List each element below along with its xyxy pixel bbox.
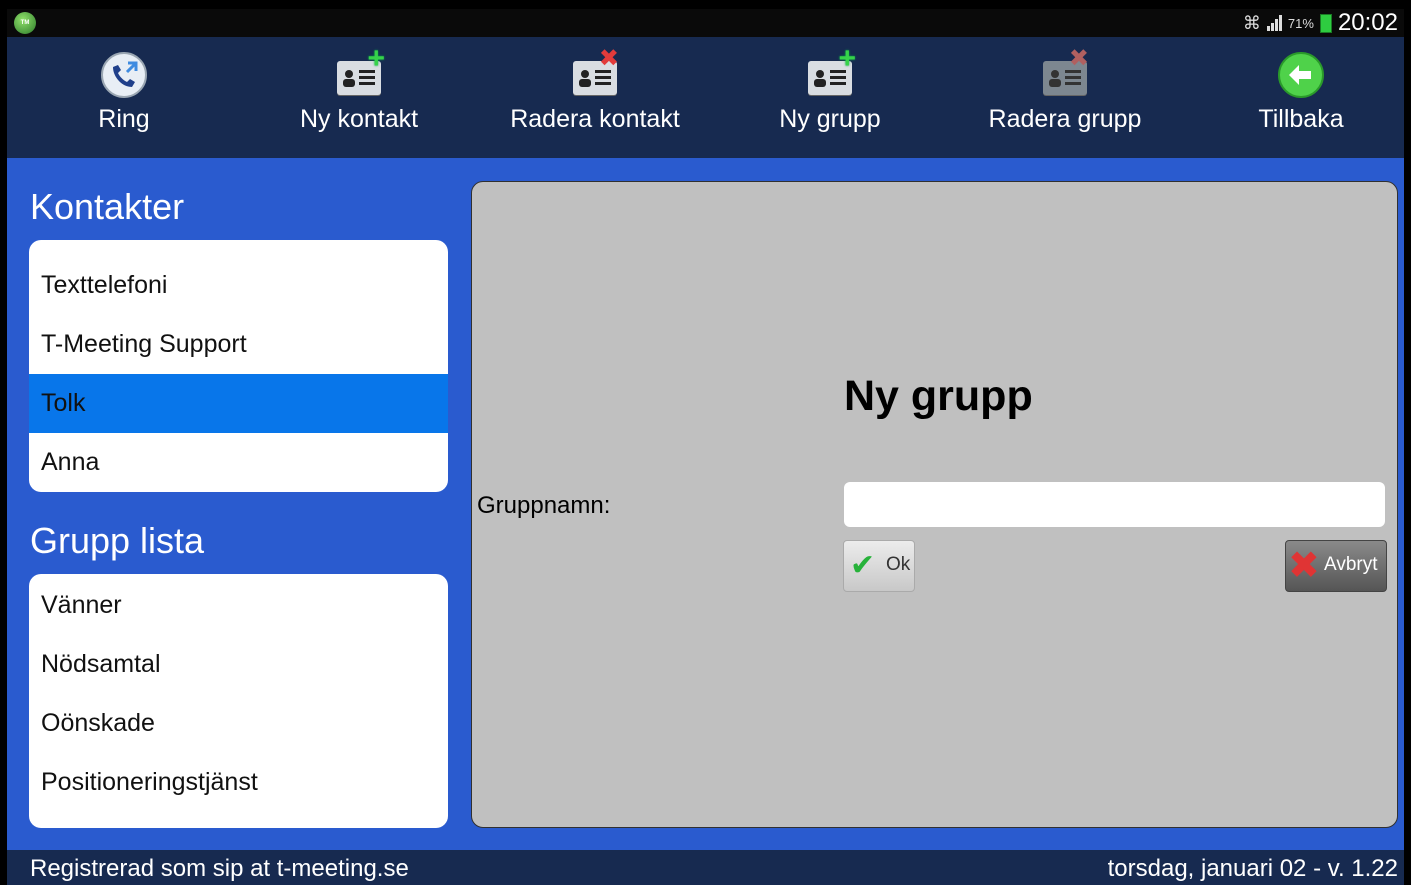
dialog-title: Ny grupp (844, 372, 1033, 420)
groups-list: Vänner Nödsamtal Oönskade Positionerings… (29, 574, 448, 828)
back-arrow-icon (1278, 52, 1324, 98)
delete-group-button[interactable]: ✖ Radera grupp (965, 37, 1165, 158)
footer-bar: Registrerad som sip at t-meeting.se tors… (7, 850, 1404, 885)
registration-status: Registrerad som sip at t-meeting.se (30, 855, 409, 882)
cancel-label: Avbryt (1324, 554, 1378, 575)
wifi-icon: ⌘ (1242, 12, 1261, 33)
main-area: Kontakter Texttelefoni T-Meeting Support… (7, 158, 1404, 850)
contact-item-anna[interactable]: Anna (29, 433, 448, 492)
date-version: torsdag, januari 02 - v. 1.22 (1107, 855, 1398, 882)
signal-icon (1266, 15, 1282, 31)
ring-button[interactable]: Ring (24, 37, 224, 158)
groups-title: Grupp lista (30, 520, 205, 561)
battery-icon (1319, 13, 1332, 33)
contact-item-texttelefoni[interactable]: Texttelefoni (29, 256, 448, 315)
group-item-nodsamtal[interactable]: Nödsamtal (29, 635, 448, 694)
add-group-icon: + (806, 44, 856, 99)
app-badge-icon: TM (14, 12, 36, 34)
new-contact-label: Ny kontakt (299, 105, 419, 133)
new-group-label: Ny grupp (779, 105, 881, 133)
action-toolbar: Ring + Ny kontakt ✖ Radera kontakt + Ny … (7, 37, 1404, 158)
contact-item-tolk[interactable]: Tolk (29, 374, 448, 433)
delete-group-label: Radera grupp (988, 105, 1142, 133)
check-icon: ✔ (850, 549, 876, 582)
cancel-button[interactable]: ✖ Avbryt (1285, 540, 1387, 592)
group-item-positioneringstjanst[interactable]: Positioneringstjänst (29, 753, 448, 812)
group-item-vanner[interactable]: Vänner (29, 576, 448, 635)
status-bar: TM ⌘ 71% 20:02 (7, 9, 1404, 37)
back-label: Tillbaka (1258, 105, 1344, 133)
contacts-list: Texttelefoni T-Meeting Support Tolk Anna (29, 240, 448, 492)
new-group-panel: Ny grupp Gruppnamn: ✔ Ok ✖ Avbryt (471, 181, 1398, 828)
ok-button[interactable]: ✔ Ok (843, 540, 915, 592)
contacts-title: Kontakter (30, 186, 185, 227)
delete-contact-icon: ✖ (571, 47, 619, 99)
new-group-button[interactable]: + Ny grupp (730, 37, 930, 158)
ok-label: Ok (886, 554, 911, 575)
group-item-oonskade[interactable]: Oönskade (29, 694, 448, 753)
delete-contact-label: Radera kontakt (510, 105, 680, 133)
battery-percent: 71% (1287, 15, 1314, 31)
delete-contact-button[interactable]: ✖ Radera kontakt (495, 37, 695, 158)
ring-label: Ring (98, 105, 150, 133)
back-button[interactable]: Tillbaka (1201, 37, 1401, 158)
new-contact-button[interactable]: + Ny kontakt (259, 37, 459, 158)
delete-group-icon: ✖ (1041, 47, 1089, 99)
add-contact-icon: + (335, 44, 385, 99)
group-name-label: Gruppnamn: (477, 492, 611, 519)
phone-icon (101, 52, 147, 98)
clock: 20:02 (1337, 9, 1398, 36)
contact-item-t-meeting-support[interactable]: T-Meeting Support (29, 315, 448, 374)
group-name-input[interactable] (844, 482, 1385, 527)
cancel-x-icon: ✖ (1288, 545, 1320, 587)
